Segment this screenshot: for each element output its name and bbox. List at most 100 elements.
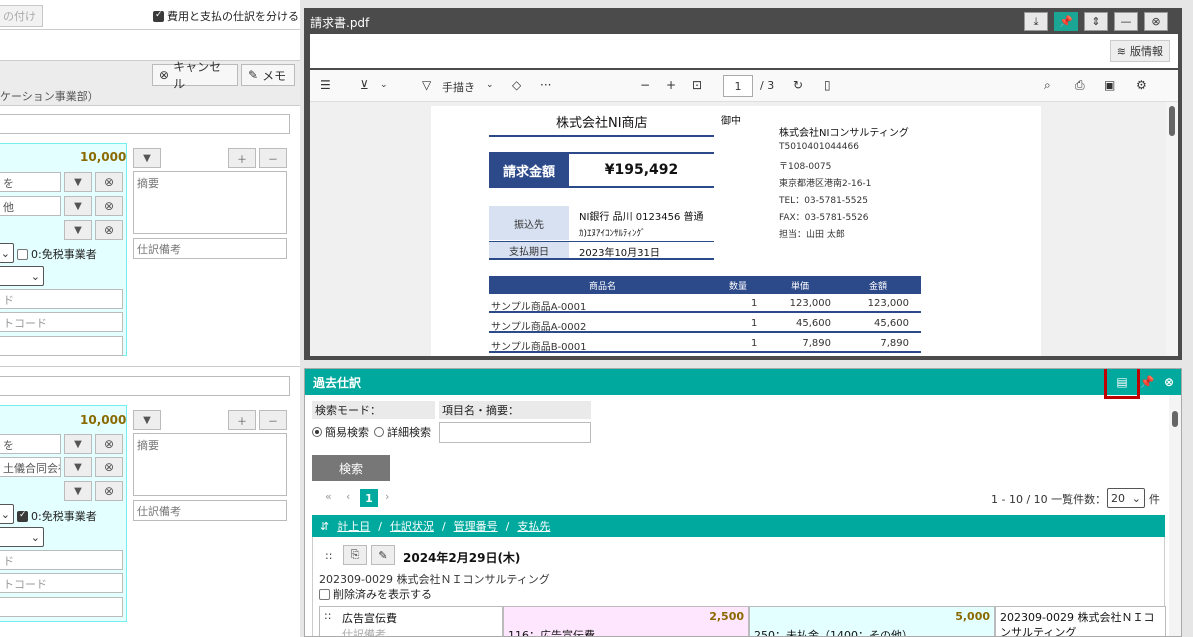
summary-dropdown-1[interactable]: ▼ bbox=[133, 148, 161, 168]
minus-icon: － bbox=[268, 416, 278, 428]
settings-icon[interactable]: ⚙ bbox=[1136, 78, 1147, 92]
rotate-icon[interactable]: ↻ bbox=[793, 78, 803, 92]
download-button[interactable]: ⤓ bbox=[1024, 12, 1048, 31]
close-button[interactable]: ⊗ bbox=[1144, 12, 1168, 31]
radio-icon[interactable] bbox=[312, 427, 322, 437]
journal-remark-2[interactable]: 仕訳備考 bbox=[133, 500, 287, 521]
assign-button[interactable]: の付け bbox=[0, 5, 43, 27]
freehand-label[interactable]: 手描き bbox=[442, 79, 475, 95]
simple-search-radio[interactable]: 簡易検索 bbox=[312, 424, 369, 440]
zoom-in-icon[interactable]: + bbox=[666, 78, 676, 92]
freehand-icon[interactable]: ▽ bbox=[422, 78, 431, 92]
scroll-thumb[interactable] bbox=[1172, 411, 1178, 427]
memo-button[interactable]: ✎ メモ bbox=[241, 64, 295, 86]
account-input-1[interactable]: を bbox=[0, 172, 61, 192]
radio-icon[interactable] bbox=[374, 427, 384, 437]
sub-account-input-2[interactable]: 土儀合同会社 bbox=[0, 457, 61, 477]
fit-width-icon[interactable]: ⊡ bbox=[692, 78, 702, 92]
summary-dropdown-2[interactable]: ▼ bbox=[133, 410, 161, 430]
zoom-out-icon[interactable]: − bbox=[640, 78, 650, 92]
detail-search-radio[interactable]: 詳細検索 bbox=[374, 424, 431, 440]
extra-input-1[interactable] bbox=[0, 336, 123, 356]
summary-textarea-2[interactable]: 摘要 bbox=[133, 433, 287, 496]
cancel-button[interactable]: ⊗ キャンセル bbox=[152, 60, 238, 91]
remove-line-button-1[interactable]: － bbox=[259, 148, 287, 168]
eraser-icon[interactable]: ◇ bbox=[512, 78, 521, 92]
checkbox-icon[interactable] bbox=[17, 248, 28, 260]
first-page-icon[interactable]: « bbox=[325, 490, 332, 503]
search-button[interactable]: 検索 bbox=[312, 455, 390, 481]
account-dropdown-1[interactable]: ▼ bbox=[64, 172, 92, 192]
pin-button[interactable]: 📌 bbox=[1054, 12, 1078, 31]
project-code-input-2[interactable]: トコード bbox=[0, 573, 123, 593]
add-line-button-2[interactable]: ＋ bbox=[228, 410, 256, 430]
scroll-thumb[interactable] bbox=[1169, 106, 1175, 136]
code-input-2[interactable]: ド bbox=[0, 550, 123, 570]
pdf-page-area[interactable]: 株式会社NI商店 御中 請求金額 ¥195,492 振込先 NI銀行 品川 01… bbox=[310, 102, 1178, 356]
sub-account-dropdown-1[interactable]: ▼ bbox=[64, 196, 92, 216]
account-clear-2[interactable]: ⊗ bbox=[95, 434, 123, 454]
page-layout-icon[interactable]: ▯ bbox=[824, 78, 831, 92]
checkbox-icon[interactable] bbox=[17, 510, 28, 522]
sidebar-toggle-icon[interactable]: ☰ bbox=[320, 78, 331, 92]
show-deleted-checkbox[interactable]: 削除済みを表示する bbox=[319, 586, 432, 602]
sub-account-clear-1[interactable]: ⊗ bbox=[95, 196, 123, 216]
sort-status[interactable]: 仕訳状況 bbox=[390, 518, 434, 534]
sub-account-dropdown-2[interactable]: ▼ bbox=[64, 457, 92, 477]
split-journal-checkbox[interactable]: 費用と支払の仕訳を分ける bbox=[153, 8, 299, 24]
print-icon[interactable]: ⎙ bbox=[1075, 78, 1085, 93]
fit-height-button[interactable]: ⇕ bbox=[1084, 12, 1108, 31]
sub-account-clear-2[interactable]: ⊗ bbox=[95, 457, 123, 477]
code-input-1[interactable]: ド bbox=[0, 289, 123, 309]
account-clear-1[interactable]: ⊗ bbox=[95, 172, 123, 192]
highlight-icon[interactable]: ⊻ bbox=[360, 78, 369, 92]
current-page[interactable]: 1 bbox=[360, 489, 378, 507]
tax-rate-select-1[interactable]: ⌄ bbox=[0, 266, 44, 286]
sort-payee[interactable]: 支払先 bbox=[517, 518, 550, 534]
add-line-button-1[interactable]: ＋ bbox=[228, 148, 256, 168]
chevron-down-icon[interactable]: ⌄ bbox=[486, 80, 494, 90]
prev-page-icon[interactable]: ‹ bbox=[346, 490, 350, 503]
debit-code: 116：広告宣伝費 bbox=[508, 629, 595, 637]
pdf-scrollbar[interactable] bbox=[1166, 102, 1178, 356]
remove-line-button-2[interactable]: － bbox=[259, 410, 287, 430]
dept-clear-2[interactable]: ⊗ bbox=[95, 481, 123, 501]
account-dropdown-2[interactable]: ▼ bbox=[64, 434, 92, 454]
sub-account-input-1[interactable]: 他 bbox=[0, 196, 61, 216]
checkbox-icon[interactable] bbox=[153, 10, 164, 22]
past-scrollbar[interactable] bbox=[1169, 395, 1181, 636]
copy-entry-button[interactable]: ⎘ bbox=[343, 545, 367, 565]
save-icon[interactable]: ▣ bbox=[1104, 78, 1115, 92]
entry-title-input-2[interactable] bbox=[0, 376, 290, 396]
dept-dropdown-1[interactable]: ▼ bbox=[64, 220, 92, 240]
tax-select-1[interactable]: ⌄ bbox=[0, 243, 14, 263]
tax-rate-select-2[interactable]: ⌄ bbox=[0, 527, 44, 547]
chevron-down-icon[interactable]: ⌄ bbox=[380, 80, 388, 90]
edit-entry-button[interactable]: ✎ bbox=[371, 545, 395, 565]
search-icon[interactable]: ⌕ bbox=[1044, 78, 1051, 93]
extra-input-2[interactable] bbox=[0, 597, 123, 617]
more-icon[interactable]: ··· bbox=[540, 78, 551, 92]
tax-select-2[interactable]: ⌄ bbox=[0, 504, 14, 524]
checkbox-icon[interactable] bbox=[319, 588, 330, 600]
drag-handle-icon[interactable]: :: bbox=[325, 549, 332, 562]
tax-exempt-check-2[interactable]: 0:免税事業者 bbox=[17, 508, 97, 524]
entry-title-input[interactable] bbox=[0, 114, 290, 134]
project-code-input-1[interactable]: トコード bbox=[0, 312, 123, 332]
account-input-2[interactable]: を bbox=[0, 434, 61, 454]
journal-remark-1[interactable]: 仕訳備考 bbox=[133, 238, 287, 259]
drag-handle-icon[interactable]: :: bbox=[324, 609, 331, 622]
tax-exempt-check-1[interactable]: 0:免税事業者 bbox=[17, 246, 97, 262]
page-number-input[interactable]: 1 bbox=[723, 75, 753, 97]
dept-clear-1[interactable]: ⊗ bbox=[95, 220, 123, 240]
summary-textarea-1[interactable]: 摘要 bbox=[133, 171, 287, 234]
keyword-input[interactable] bbox=[439, 422, 591, 443]
next-page-icon[interactable]: › bbox=[385, 490, 389, 503]
minimize-button[interactable]: — bbox=[1114, 12, 1138, 31]
per-page-select[interactable]: 20 ⌄ bbox=[1107, 488, 1145, 508]
version-info-button[interactable]: ≋ 版情報 bbox=[1109, 40, 1170, 62]
sort-date[interactable]: 計上日 bbox=[337, 518, 370, 534]
close-button[interactable]: ⊗ bbox=[1158, 372, 1180, 392]
dept-dropdown-2[interactable]: ▼ bbox=[64, 481, 92, 501]
sort-number[interactable]: 管理番号 bbox=[454, 518, 498, 534]
